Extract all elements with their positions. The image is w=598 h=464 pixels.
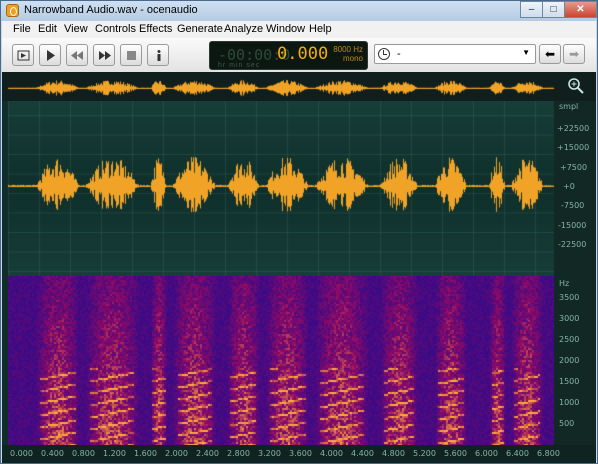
timeline-tick: 1.200 <box>103 449 126 458</box>
selection-tool-button[interactable] <box>12 44 34 66</box>
timeline-tick: 3.200 <box>258 449 281 458</box>
menu-edit[interactable]: Edit <box>38 23 57 35</box>
waveform-tick: +7500 <box>560 163 588 172</box>
close-button[interactable]: ✕ <box>564 1 597 18</box>
time-display-value: 0.000 <box>277 44 329 64</box>
sample-format: 8000 Hz mono <box>333 45 363 63</box>
overview-waveform[interactable] <box>2 72 596 101</box>
spectrogram-axis: Hz 3500 3000 2500 2000 1500 1000 500 <box>554 276 596 445</box>
timeline-tick: 0.000 <box>10 449 33 458</box>
timeline-tick: 6.000 <box>475 449 498 458</box>
menu-controls[interactable]: Controls <box>95 23 136 35</box>
waveform-unit-label: smpl <box>559 102 579 111</box>
menu-effects[interactable]: Effects <box>139 23 172 35</box>
chevron-down-icon: ▼ <box>522 48 530 57</box>
spectrogram-tick: 500 <box>559 419 575 428</box>
menu-window[interactable]: Window <box>266 23 305 35</box>
waveform-tick: -7500 <box>561 201 585 210</box>
menu-file[interactable]: File <box>13 23 31 35</box>
waveform-view[interactable] <box>2 101 596 276</box>
timeline-tick: 0.800 <box>72 449 95 458</box>
stop-icon <box>127 51 136 60</box>
minimize-button[interactable]: – <box>520 1 543 18</box>
timeline-tick: 0.400 <box>41 449 64 458</box>
spectrogram-canvas[interactable] <box>8 276 554 445</box>
fast-forward-icon <box>99 51 111 60</box>
timeline-tick: 6.800 <box>537 449 560 458</box>
info-icon <box>157 50 161 61</box>
sample-rate: 8000 Hz <box>333 45 363 54</box>
time-display: -00:00:0 0.000 hr min sec 8000 Hz mono <box>209 41 368 70</box>
spectrogram-view[interactable] <box>8 276 554 445</box>
time-display-units: hr min sec <box>218 62 261 69</box>
timeline-ruler[interactable]: 0.000 0.400 0.800 1.200 1.600 2.000 2.400 2.800… <box>2 445 596 463</box>
timeline-tick: 5.200 <box>413 449 436 458</box>
timeline-tick: 2.000 <box>165 449 188 458</box>
timeline-tick: 4.400 <box>351 449 374 458</box>
editor-area[interactable]: smpl +22500 +15000 +7500 +0 -7500 -15000… <box>2 72 596 463</box>
timeline-tick: 6.400 <box>506 449 529 458</box>
clock-icon <box>378 48 390 60</box>
play-icon <box>47 50 55 61</box>
stop-button[interactable] <box>120 44 142 66</box>
fast-forward-button[interactable] <box>93 44 115 66</box>
arrow-left-icon: ⬅ <box>544 47 556 61</box>
waveform-tick: -15000 <box>558 221 587 230</box>
toolbar: -00:00:0 0.000 hr min sec 8000 Hz mono -… <box>2 38 596 73</box>
timeline-tick: 4.800 <box>382 449 405 458</box>
menu-bar: File Edit View Controls Effects Generate… <box>2 21 596 39</box>
zoom-icon[interactable] <box>567 77 585 95</box>
history-dropdown[interactable]: - ▼ <box>374 44 536 64</box>
channel-mode: mono <box>342 54 363 63</box>
waveform-tick: +22500 <box>557 124 590 133</box>
navigate-forward-button[interactable]: ➡ <box>563 44 585 64</box>
timeline-tick: 4.000 <box>320 449 343 458</box>
timeline-tick: 1.600 <box>134 449 157 458</box>
selection-icon <box>17 50 30 61</box>
navigate-back-button[interactable]: ⬅ <box>539 44 561 64</box>
play-button[interactable] <box>39 44 61 66</box>
spectrogram-tick: 3000 <box>559 314 580 323</box>
timeline-tick: 2.400 <box>196 449 219 458</box>
info-button[interactable] <box>147 44 169 66</box>
title-bar[interactable]: Narrowband Audio.wav - ocenaudio – □ ✕ <box>1 1 597 21</box>
menu-view[interactable]: View <box>64 23 88 35</box>
rewind-icon <box>71 51 83 60</box>
spectrogram-unit-label: Hz <box>559 279 570 288</box>
history-value: - <box>397 48 401 60</box>
menu-generate[interactable]: Generate <box>177 23 223 35</box>
rewind-button[interactable] <box>66 44 88 66</box>
spectrogram-tick: 2500 <box>559 335 580 344</box>
waveform-tick: -22500 <box>558 240 587 249</box>
timeline-tick: 2.800 <box>227 449 250 458</box>
maximize-button[interactable]: □ <box>542 1 565 18</box>
menu-help[interactable]: Help <box>309 23 332 35</box>
spectrogram-tick: 2000 <box>559 356 580 365</box>
app-window: Narrowband Audio.wav - ocenaudio – □ ✕ F… <box>0 0 598 464</box>
waveform-tick: +0 <box>563 182 575 191</box>
ocenaudio-logo-icon <box>6 4 19 17</box>
spectrogram-tick: 1000 <box>559 398 580 407</box>
timeline-tick: 3.600 <box>289 449 312 458</box>
timeline-tick: 5.600 <box>444 449 467 458</box>
window-title: Narrowband Audio.wav - ocenaudio <box>24 4 198 16</box>
spectrogram-tick: 1500 <box>559 377 580 386</box>
spectrogram-tick: 3500 <box>559 293 580 302</box>
arrow-right-icon: ➡ <box>568 47 580 61</box>
waveform-tick: +15000 <box>557 143 590 152</box>
menu-analyze[interactable]: Analyze <box>224 23 263 35</box>
